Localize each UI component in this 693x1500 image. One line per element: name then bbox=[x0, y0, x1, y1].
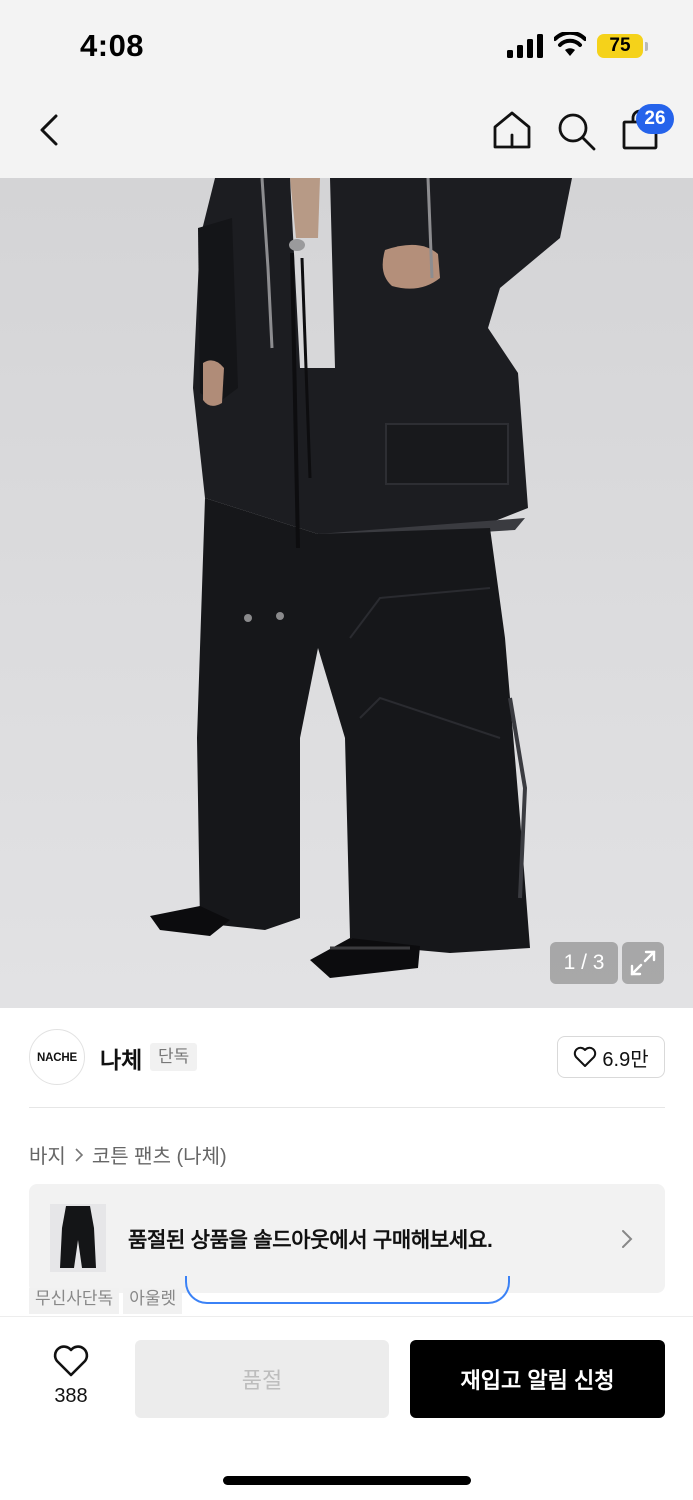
favorite-count: 388 bbox=[54, 1385, 88, 1407]
wifi-icon bbox=[554, 32, 586, 56]
battery-indicator: 75 bbox=[597, 34, 643, 58]
tag-item: 아울렛 bbox=[123, 1288, 183, 1314]
peek-outline bbox=[185, 1276, 510, 1304]
brand-like-count: 6.9만 bbox=[602, 1048, 649, 1071]
brand-like-button[interactable]: 6.9만 bbox=[557, 1036, 665, 1078]
soldout-button[interactable]: 품절 bbox=[135, 1340, 389, 1418]
thumbnail-image bbox=[50, 1204, 106, 1272]
banner-thumbnail bbox=[50, 1204, 106, 1272]
brand-name[interactable]: 나체 bbox=[100, 1041, 142, 1075]
breadcrumb-category[interactable]: 바지 bbox=[29, 1140, 66, 1169]
divider bbox=[29, 1107, 665, 1108]
chevron-right-icon bbox=[622, 1230, 633, 1248]
search-icon[interactable] bbox=[555, 110, 597, 152]
back-icon[interactable] bbox=[32, 110, 68, 150]
product-photo-illustration bbox=[150, 178, 572, 978]
signal-icon bbox=[507, 34, 543, 58]
brand-logo[interactable]: NACHE bbox=[29, 1029, 85, 1085]
restock-alert-button[interactable]: 재입고 알림 신청 bbox=[410, 1340, 665, 1418]
home-icon[interactable] bbox=[490, 108, 534, 152]
status-time: 4:08 bbox=[80, 28, 145, 63]
heart-icon[interactable] bbox=[52, 1344, 90, 1378]
cart-count-badge: 26 bbox=[636, 104, 674, 134]
tag-item: 무신사단독 bbox=[29, 1288, 120, 1314]
chevron-right-icon bbox=[75, 1147, 83, 1162]
product-image[interactable] bbox=[0, 178, 693, 1008]
breadcrumb-current[interactable]: 코튼 팬츠 (나체) bbox=[92, 1140, 227, 1169]
banner-text: 품절된 상품을 솔드아웃에서 구매해보세요. bbox=[128, 1229, 493, 1252]
exclusive-badge: 단독 bbox=[150, 1043, 198, 1071]
breadcrumb: 바지 코튼 팬츠 (나체) bbox=[29, 1140, 227, 1169]
expand-button[interactable] bbox=[622, 942, 664, 984]
peek-tags: 무신사단독 아울렛 bbox=[29, 1288, 186, 1314]
heart-icon bbox=[574, 1046, 597, 1067]
battery-tip bbox=[645, 42, 648, 51]
home-indicator bbox=[223, 1476, 471, 1485]
image-counter: 1 / 3 bbox=[550, 942, 618, 984]
expand-icon bbox=[630, 950, 656, 976]
